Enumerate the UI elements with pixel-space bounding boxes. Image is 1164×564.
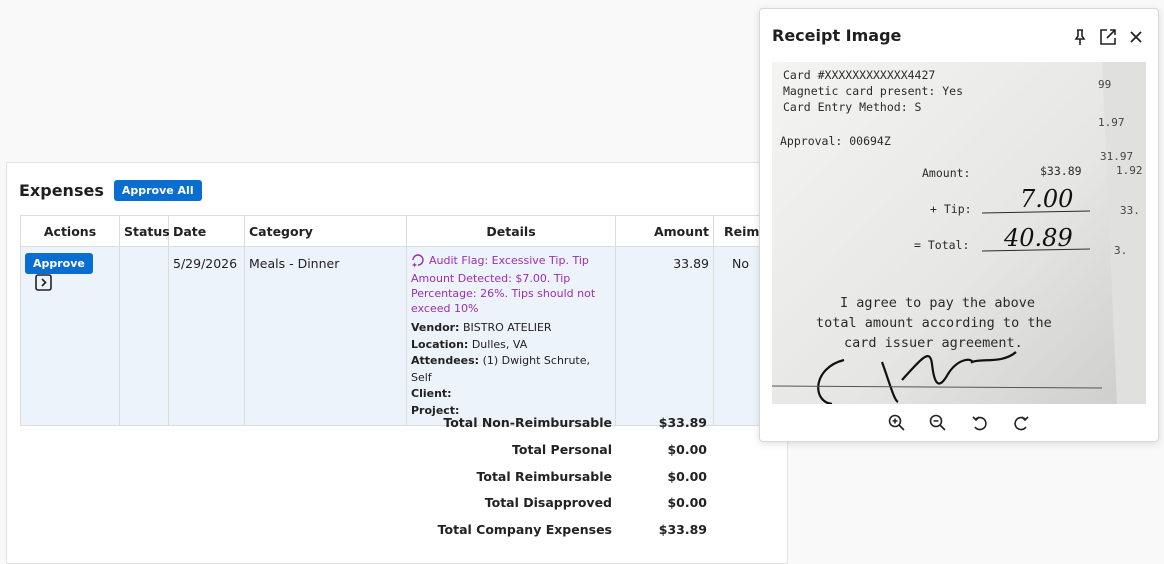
receipt-agree-line1: I agree to pay the above xyxy=(840,295,1035,311)
receipt-tip-handwritten: 7.00 xyxy=(1020,185,1073,213)
total-value: $33.89 xyxy=(658,522,707,537)
column-header-status[interactable]: Status xyxy=(119,215,170,247)
client-label: Client: xyxy=(411,387,452,400)
rotate-left-icon[interactable] xyxy=(970,413,990,433)
total-value: $0.00 xyxy=(667,469,707,484)
sparkle-flag-icon xyxy=(411,253,425,271)
total-value: $0.00 xyxy=(667,495,707,510)
total-row-disapproved: Total Disapproved $0.00 xyxy=(397,495,707,515)
receipt-card-line: Card #XXXXXXXXXXXX4427 xyxy=(783,68,935,82)
back-number: 1.92 xyxy=(1116,164,1143,177)
zoom-out-icon[interactable] xyxy=(928,413,948,433)
expense-meta: Vendor: BISTRO ATELIER Location: Dulles,… xyxy=(411,320,611,419)
total-label: Total Reimbursable xyxy=(476,469,612,484)
status-cell xyxy=(119,246,169,426)
close-icon[interactable] xyxy=(1126,27,1146,47)
receipt-zoom-toolbar xyxy=(760,413,1158,437)
expenses-table: Actions Status Date Category Details Amo… xyxy=(20,215,791,426)
category-cell: Meals - Dinner xyxy=(244,246,407,426)
receipt-entry-line: Card Entry Method: S xyxy=(783,100,922,114)
total-label: Total Personal xyxy=(512,442,612,457)
receipt-approval-line: Approval: 00694Z xyxy=(780,134,891,148)
expenses-title: Expenses xyxy=(19,181,104,200)
receipt-magnetic-line: Magnetic card present: Yes xyxy=(783,84,963,98)
total-label: Total Non-Reimbursable xyxy=(443,415,612,430)
pin-icon[interactable] xyxy=(1070,27,1090,47)
rotate-right-icon[interactable] xyxy=(1011,413,1031,433)
column-header-category[interactable]: Category xyxy=(244,215,407,247)
receipt-agree-line2: total amount according to the xyxy=(816,315,1052,331)
back-number: 31.97 xyxy=(1100,150,1133,163)
receipt-tip-label: + Tip: xyxy=(930,202,972,216)
total-row-personal: Total Personal $0.00 xyxy=(397,442,707,462)
table-header-row: Actions Status Date Category Details Amo… xyxy=(20,215,791,247)
total-label: Total Company Expenses xyxy=(437,522,612,537)
approve-button[interactable]: Approve xyxy=(25,253,93,274)
column-header-actions[interactable]: Actions xyxy=(20,215,120,247)
total-row-non-reimbursable: Total Non-Reimbursable $33.89 xyxy=(397,415,707,435)
attendees-label: Attendees: xyxy=(411,354,480,367)
vendor-value: BISTRO ATELIER xyxy=(462,321,552,334)
amount-cell: 33.89 xyxy=(615,246,714,426)
approve-all-button[interactable]: Approve All xyxy=(113,180,202,201)
audit-flag: Audit Flag: Excessive Tip. Tip Amount De… xyxy=(411,253,611,316)
total-value: $0.00 xyxy=(667,442,707,457)
expenses-card: Expenses Approve All Actions Status Date… xyxy=(6,162,791,564)
receipt-amount-value: $33.89 xyxy=(1040,164,1082,178)
vendor-label: Vendor: xyxy=(411,321,460,334)
table-row[interactable]: Approve 5/29/2026 Meals - Dinner Audit F… xyxy=(20,246,791,426)
column-header-details[interactable]: Details xyxy=(406,215,616,247)
zoom-in-icon[interactable] xyxy=(887,413,907,433)
back-number: 33. xyxy=(1120,204,1140,217)
audit-flag-text: Audit Flag: Excessive Tip. Tip Amount De… xyxy=(411,254,596,315)
open-new-window-icon[interactable] xyxy=(1098,27,1118,47)
back-number: 1.97 xyxy=(1098,116,1125,129)
date-cell: 5/29/2026 xyxy=(168,246,245,426)
receipt-total-label: = Total: xyxy=(914,238,969,252)
receipt-amount-label: Amount: xyxy=(922,166,970,180)
details-cell: Audit Flag: Excessive Tip. Tip Amount De… xyxy=(406,246,616,426)
location-label: Location: xyxy=(411,337,469,351)
total-row-company-expenses: Total Company Expenses $33.89 xyxy=(397,522,707,542)
total-label: Total Disapproved xyxy=(484,495,612,510)
back-number: 99 xyxy=(1098,78,1111,91)
receipt-panel-title: Receipt Image xyxy=(772,26,902,45)
total-row-reimbursable: Total Reimbursable $0.00 xyxy=(397,469,707,489)
receipt-total-handwritten: 40.89 xyxy=(1003,224,1073,252)
back-number: 3. xyxy=(1114,244,1127,257)
column-header-amount[interactable]: Amount xyxy=(615,215,714,247)
expand-details-icon[interactable] xyxy=(35,274,52,294)
receipt-agree-line3: card issuer agreement. xyxy=(844,335,1023,351)
total-value: $33.89 xyxy=(658,415,707,430)
column-header-date[interactable]: Date xyxy=(168,215,245,247)
receipt-image[interactable]: 99 1.97 31.97 1.92 33. 3. Card #XXXXXXXX… xyxy=(772,62,1146,404)
expenses-header: Expenses Approve All xyxy=(19,180,202,201)
location-value: Dulles, VA xyxy=(471,337,528,351)
receipt-image-panel: Receipt Image 99 1.97 31.97 1.92 33. 3. xyxy=(759,8,1159,442)
actions-cell: Approve xyxy=(20,246,120,426)
